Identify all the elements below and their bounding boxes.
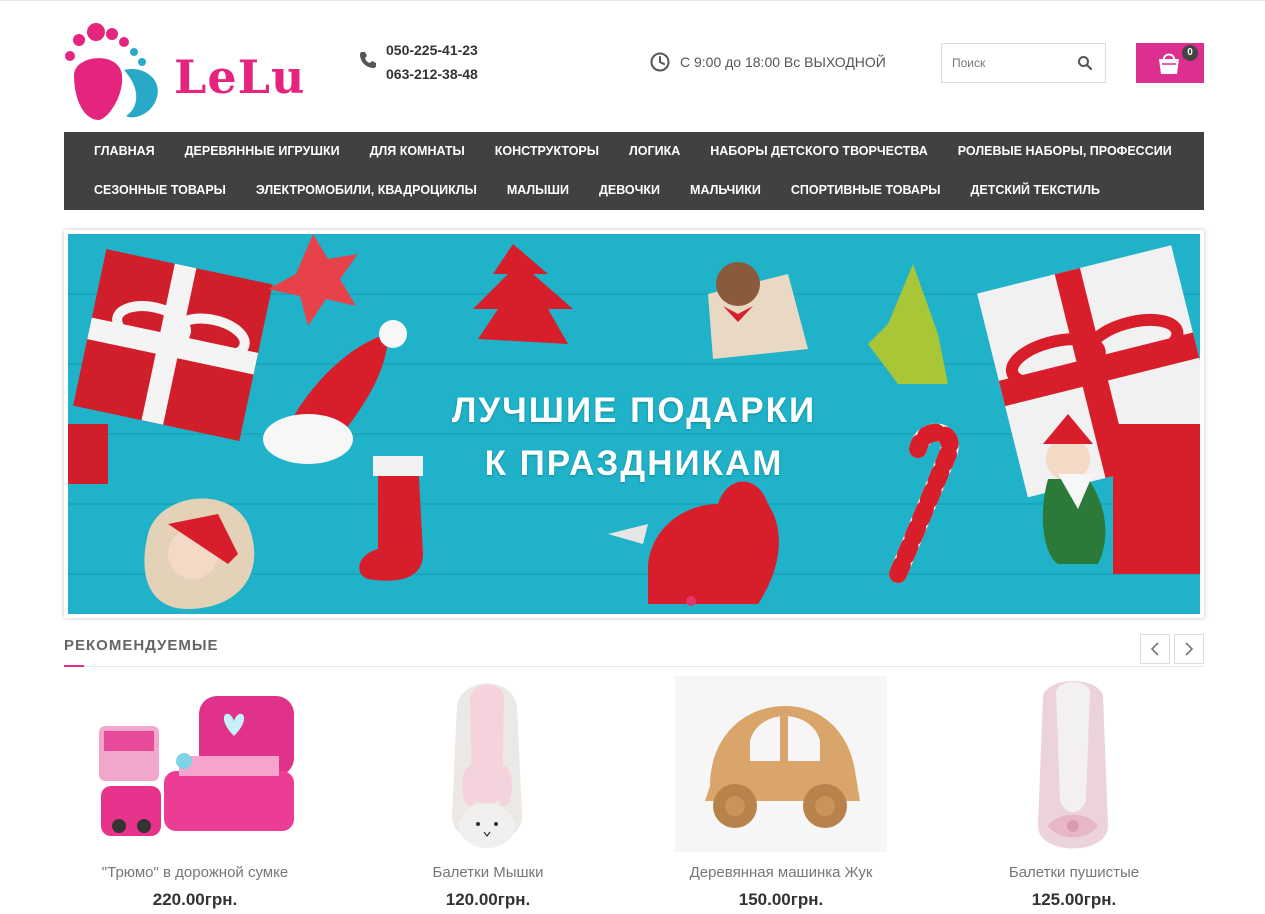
product-image-vanity-case[interactable] — [89, 676, 301, 852]
recommended-header: РЕКОМЕНДУЕМЫЕ — [64, 634, 1204, 667]
cart-button[interactable]: 0 — [1136, 43, 1204, 83]
product-name[interactable]: "Трюмо" в дорожной сумке — [64, 864, 326, 881]
top-border — [0, 0, 1265, 1]
product-price: 120.00грн. — [445, 890, 531, 909]
chevron-right-icon — [1185, 642, 1194, 656]
search-icon — [1078, 56, 1093, 71]
product-image-fluffy-slippers[interactable] — [968, 676, 1180, 852]
phone-number-1[interactable]: 050-225-41-23 — [386, 42, 478, 58]
product-price: 220.00грн. — [152, 890, 238, 909]
nav-row-1: ГЛАВНАЯ ДЕРЕВЯННЫЕ ИГРУШКИ ДЛЯ КОМНАТЫ К… — [64, 132, 1187, 171]
nav-item-babies[interactable]: МАЛЫШИ — [492, 171, 584, 210]
logo[interactable]: LeLu — [64, 20, 329, 125]
hero-banner[interactable]: ЛУЧШИЕ ПОДАРКИ К ПРАЗДНИКАМ — [64, 230, 1204, 618]
nav-item-creativity[interactable]: НАБОРЫ ДЕТСКОГО ТВОРЧЕСТВА — [695, 132, 943, 171]
nav-item-home[interactable]: ГЛАВНАЯ — [79, 132, 170, 171]
banner-line-2: К ПРАЗДНИКАМ — [484, 444, 784, 483]
working-hours: С 9:00 до 18:00 Вс ВЫХОДНОЙ — [650, 52, 886, 72]
product-image-mouse-slippers[interactable] — [382, 676, 594, 852]
nav-item-girls[interactable]: ДЕВОЧКИ — [584, 171, 675, 210]
cart-count-badge: 0 — [1182, 45, 1198, 61]
nav-item-electric-cars[interactable]: ЭЛЕКТРОМОБИЛИ, КВАДРОЦИКЛЫ — [241, 171, 492, 210]
phone-icon — [360, 52, 376, 68]
shopping-bag-icon — [1159, 53, 1179, 74]
section-title: РЕКОМЕНДУЕМЫЕ — [64, 637, 219, 654]
product-card[interactable]: Балетки Мышки 120.00грн. — [357, 676, 619, 914]
nav-item-sports[interactable]: СПОРТИВНЫЕ ТОВАРЫ — [776, 171, 956, 210]
banner-slide: ЛУЧШИЕ ПОДАРКИ К ПРАЗДНИКАМ — [68, 234, 1200, 614]
hours-text: С 9:00 до 18:00 Вс ВЫХОДНОЙ — [680, 54, 886, 70]
logo-text: LeLu — [174, 50, 306, 104]
nav-item-room[interactable]: ДЛЯ КОМНАТЫ — [355, 132, 480, 171]
carousel-prev-button[interactable] — [1140, 634, 1170, 664]
nav-item-constructors[interactable]: КОНСТРУКТОРЫ — [480, 132, 614, 171]
product-name[interactable]: Деревянная машинка Жук — [650, 864, 912, 881]
clock-icon — [650, 52, 670, 72]
nav-item-boys[interactable]: МАЛЬЧИКИ — [675, 171, 776, 210]
slider-dot[interactable] — [686, 596, 696, 606]
search-button[interactable] — [1065, 44, 1105, 82]
product-name[interactable]: Балетки пушистые — [943, 864, 1205, 881]
product-name[interactable]: Балетки Мышки — [357, 864, 619, 881]
product-image-wooden-car[interactable] — [650, 676, 912, 852]
product-card[interactable]: "Трюмо" в дорожной сумке 220.00грн. — [64, 676, 326, 914]
main-navigation: ГЛАВНАЯ ДЕРЕВЯННЫЕ ИГРУШКИ ДЛЯ КОМНАТЫ К… — [64, 132, 1204, 210]
nav-item-logic[interactable]: ЛОГИКА — [614, 132, 695, 171]
banner-headline: ЛУЧШИЕ ПОДАРКИ К ПРАЗДНИКАМ — [68, 384, 1200, 490]
product-price: 150.00грн. — [738, 890, 824, 909]
nav-item-wooden-toys[interactable]: ДЕРЕВЯННЫЕ ИГРУШКИ — [170, 132, 355, 171]
nav-item-seasonal[interactable]: СЕЗОННЫЕ ТОВАРЫ — [79, 171, 241, 210]
nav-item-role-play[interactable]: РОЛЕВЫЕ НАБОРЫ, ПРОФЕССИИ — [943, 132, 1187, 171]
banner-line-1: ЛУЧШИЕ ПОДАРКИ — [451, 391, 817, 430]
product-price: 125.00грн. — [1031, 890, 1117, 909]
nav-row-2: СЕЗОННЫЕ ТОВАРЫ ЭЛЕКТРОМОБИЛИ, КВАДРОЦИК… — [64, 171, 1115, 210]
product-card[interactable]: Деревянная машинка Жук 150.00грн. — [650, 676, 912, 914]
phone-number-2[interactable]: 063-212-38-48 — [386, 66, 478, 82]
search-box — [941, 43, 1106, 83]
chevron-left-icon — [1150, 642, 1159, 656]
search-input[interactable] — [942, 44, 1082, 82]
title-underline — [64, 665, 84, 667]
nav-item-textile[interactable]: ДЕТСКИЙ ТЕКСТИЛЬ — [956, 171, 1116, 210]
footprint-icon — [65, 23, 158, 120]
product-card[interactable]: Балетки пушистые 125.00грн. — [943, 676, 1205, 914]
carousel-next-button[interactable] — [1174, 634, 1204, 664]
